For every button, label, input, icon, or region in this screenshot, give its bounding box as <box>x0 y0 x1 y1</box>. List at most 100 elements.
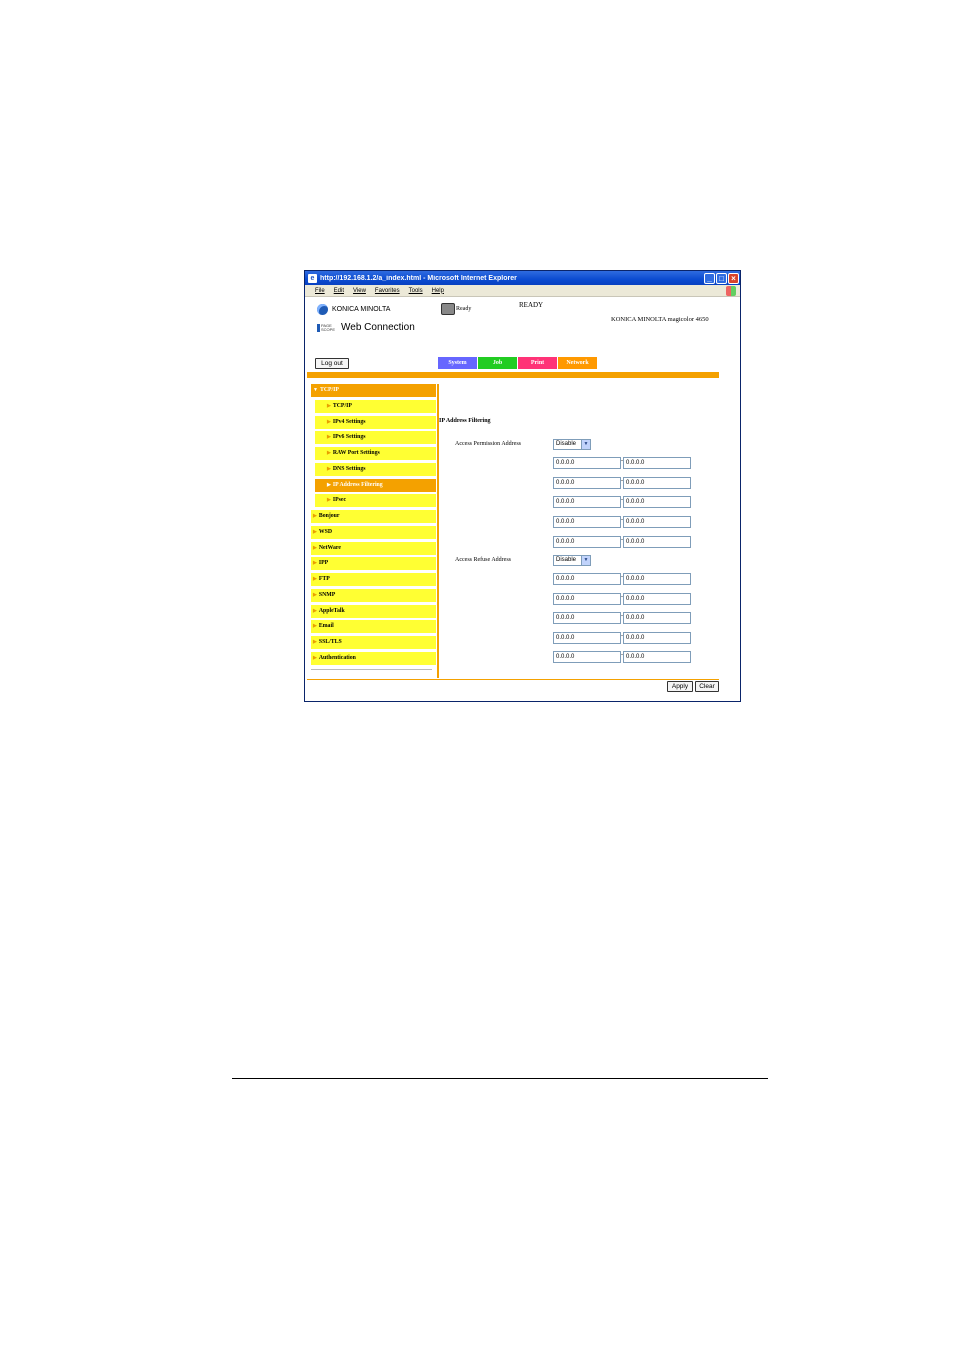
konica-minolta-logo: KONICA MINOLTA <box>317 304 390 315</box>
tab-system[interactable]: System <box>438 357 477 369</box>
sidebar-item-ssl-tls[interactable]: ▶ SSL/TLS <box>311 636 436 649</box>
triangle-right-icon: ▶ <box>327 451 331 456</box>
refuse-end-3[interactable]: 0.0.0.0 <box>623 612 691 624</box>
refuse-select[interactable]: Disable ▼ <box>553 555 591 566</box>
sidebar-item-label: IPv6 Settings <box>332 434 366 441</box>
permission-select-value: Disable <box>556 441 577 447</box>
refuse-start-2[interactable]: 0.0.0.0 <box>553 593 621 605</box>
sidebar-item-dns-settings[interactable]: ▶ DNS Settings <box>315 462 436 476</box>
sidebar-item-label: NetWare <box>318 544 341 551</box>
sidebar-item-label: AppleTalk <box>318 607 345 614</box>
sidebar-item-label: TCP/IP <box>332 402 352 409</box>
sidebar-item-ipv4-settings[interactable]: ▶ IPv4 Settings <box>315 415 436 429</box>
sidebar-item-wsd[interactable]: ▶ WSD <box>311 525 436 539</box>
sidebar-item-label: DNS Settings <box>332 465 366 472</box>
sidebar-item-label: IPsec <box>332 497 347 504</box>
sidebar-item-bonjour[interactable]: ▶ Bonjour <box>311 510 436 523</box>
menu-favorites[interactable]: Favorites <box>375 288 400 294</box>
footer-divider <box>307 679 719 680</box>
triangle-right-icon: ▶ <box>313 608 317 614</box>
triangle-right-icon: ▶ <box>313 561 317 567</box>
sidebar-item-ipv6-settings[interactable]: ▶ IPv6 Settings <box>315 431 436 445</box>
page-content: KONICA MINOLTA PAGE SCOPE Web Connection… <box>305 298 740 701</box>
permission-end-5[interactable]: 0.0.0.0 <box>623 536 691 548</box>
triangle-down-icon: ▼ <box>313 388 318 393</box>
refuse-start-4[interactable]: 0.0.0.0 <box>553 632 621 644</box>
triangle-right-icon: ▶ <box>327 419 331 425</box>
tab-network[interactable]: Network <box>558 357 597 369</box>
sidebar-item-label: IPP <box>318 560 329 567</box>
permission-end-1[interactable]: 0.0.0.0 <box>623 457 691 469</box>
web-connection-text: Web Connection <box>341 322 415 333</box>
apply-button[interactable]: Apply <box>667 681 693 692</box>
refuse-end-1[interactable]: 0.0.0.0 <box>623 573 691 585</box>
menu-help[interactable]: Help <box>432 288 444 294</box>
sidebar-item-label: SNMP <box>318 591 336 598</box>
sidebar-item-ftp[interactable]: ▶ FTP <box>311 573 436 586</box>
close-button[interactable]: × <box>728 272 739 284</box>
page-footer-rule <box>232 1078 768 1079</box>
refuse-end-5[interactable]: 0.0.0.0 <box>623 651 691 663</box>
menu-tools[interactable]: Tools <box>409 288 423 294</box>
printer-icon <box>441 303 455 315</box>
sidebar-item-label: FTP <box>318 576 330 582</box>
permission-end-2[interactable]: 0.0.0.0 <box>623 477 691 489</box>
pagescope-logo: PAGE SCOPE <box>317 323 339 332</box>
triangle-right-icon: ▶ <box>313 545 317 551</box>
sidebar-item-label: SSL/TLS <box>318 639 342 645</box>
refuse-select-value: Disable <box>556 557 577 563</box>
minimize-button[interactable]: _ <box>704 272 715 284</box>
sidebar-item-tcpip[interactable]: ▶ TCP/IP <box>315 399 436 413</box>
triangle-right-icon: ▶ <box>313 577 317 582</box>
sidebar-item-ip-address-filtering[interactable]: ▶ IP Address Filtering <box>315 478 436 492</box>
sidebar-divider <box>311 668 432 670</box>
triangle-right-icon: ▶ <box>327 435 331 441</box>
refuse-start-3[interactable]: 0.0.0.0 <box>553 612 621 624</box>
browser-window: e http://192.168.1.2/a_index.html - Micr… <box>304 270 741 702</box>
sidebar-item-snmp[interactable]: ▶ SNMP <box>311 588 436 602</box>
sidebar-item-label: Authentication <box>318 654 356 661</box>
menu-view[interactable]: View <box>353 288 366 294</box>
triangle-right-icon: ▶ <box>313 529 317 535</box>
sidebar-item-ipsec[interactable]: ▶ IPsec <box>315 494 436 508</box>
sidebar-item-appletalk[interactable]: ▶ AppleTalk <box>311 604 436 618</box>
clear-button[interactable]: Clear <box>695 681 719 692</box>
sidebar-item-tcpip-group[interactable]: ▼ TCP/IP <box>311 384 436 397</box>
permission-start-5[interactable]: 0.0.0.0 <box>553 536 621 548</box>
sidebar-item-netware[interactable]: ▶ NetWare <box>311 541 436 555</box>
title-bar: e http://192.168.1.2/a_index.html - Micr… <box>305 271 740 285</box>
sidebar-item-label: TCP/IP <box>319 387 339 393</box>
sidebar-item-email[interactable]: ▶ Email <box>311 620 436 634</box>
tab-print[interactable]: Print <box>518 357 557 369</box>
sidebar-item-label: Bonjour <box>318 513 340 519</box>
permission-select[interactable]: Disable ▼ <box>553 439 591 450</box>
triangle-right-icon: ▶ <box>313 624 317 630</box>
triangle-right-icon: ▶ <box>313 514 317 519</box>
sidebar-item-authentication[interactable]: ▶ Authentication <box>311 651 436 665</box>
permission-start-2[interactable]: 0.0.0.0 <box>553 477 621 489</box>
sidebar-item-label: IPv4 Settings <box>332 418 366 425</box>
permission-start-3[interactable]: 0.0.0.0 <box>553 496 621 508</box>
sidebar-item-ipp[interactable]: ▶ IPP <box>311 557 436 571</box>
sidebar: ▼ TCP/IP ▶ TCP/IP ▶ IPv4 Settings ▶ IPv6 Set… <box>311 384 436 670</box>
refuse-end-4[interactable]: 0.0.0.0 <box>623 632 691 644</box>
page-title: IP Address Filtering <box>439 418 491 424</box>
permission-end-3[interactable]: 0.0.0.0 <box>623 496 691 508</box>
refuse-start-1[interactable]: 0.0.0.0 <box>553 573 621 585</box>
menu-file[interactable]: File <box>315 288 325 294</box>
status-text: READY <box>519 301 544 309</box>
logout-button[interactable]: Log out <box>315 358 349 369</box>
refuse-start-5[interactable]: 0.0.0.0 <box>553 651 621 663</box>
chevron-down-icon: ▼ <box>581 556 590 565</box>
window-title: http://192.168.1.2/a_index.html - Micros… <box>320 274 517 282</box>
main-tabs: System Job Print Network <box>438 357 598 369</box>
sidebar-item-label: IP Address Filtering <box>332 481 383 488</box>
permission-start-4[interactable]: 0.0.0.0 <box>553 516 621 528</box>
menu-edit[interactable]: Edit <box>334 288 344 294</box>
sidebar-item-raw-port-settings[interactable]: ▶ RAW Port Settings <box>315 447 436 460</box>
permission-end-4[interactable]: 0.0.0.0 <box>623 516 691 528</box>
maximize-button[interactable]: □ <box>716 272 727 284</box>
refuse-end-2[interactable]: 0.0.0.0 <box>623 593 691 605</box>
permission-start-1[interactable]: 0.0.0.0 <box>553 457 621 469</box>
tab-job[interactable]: Job <box>478 357 517 369</box>
